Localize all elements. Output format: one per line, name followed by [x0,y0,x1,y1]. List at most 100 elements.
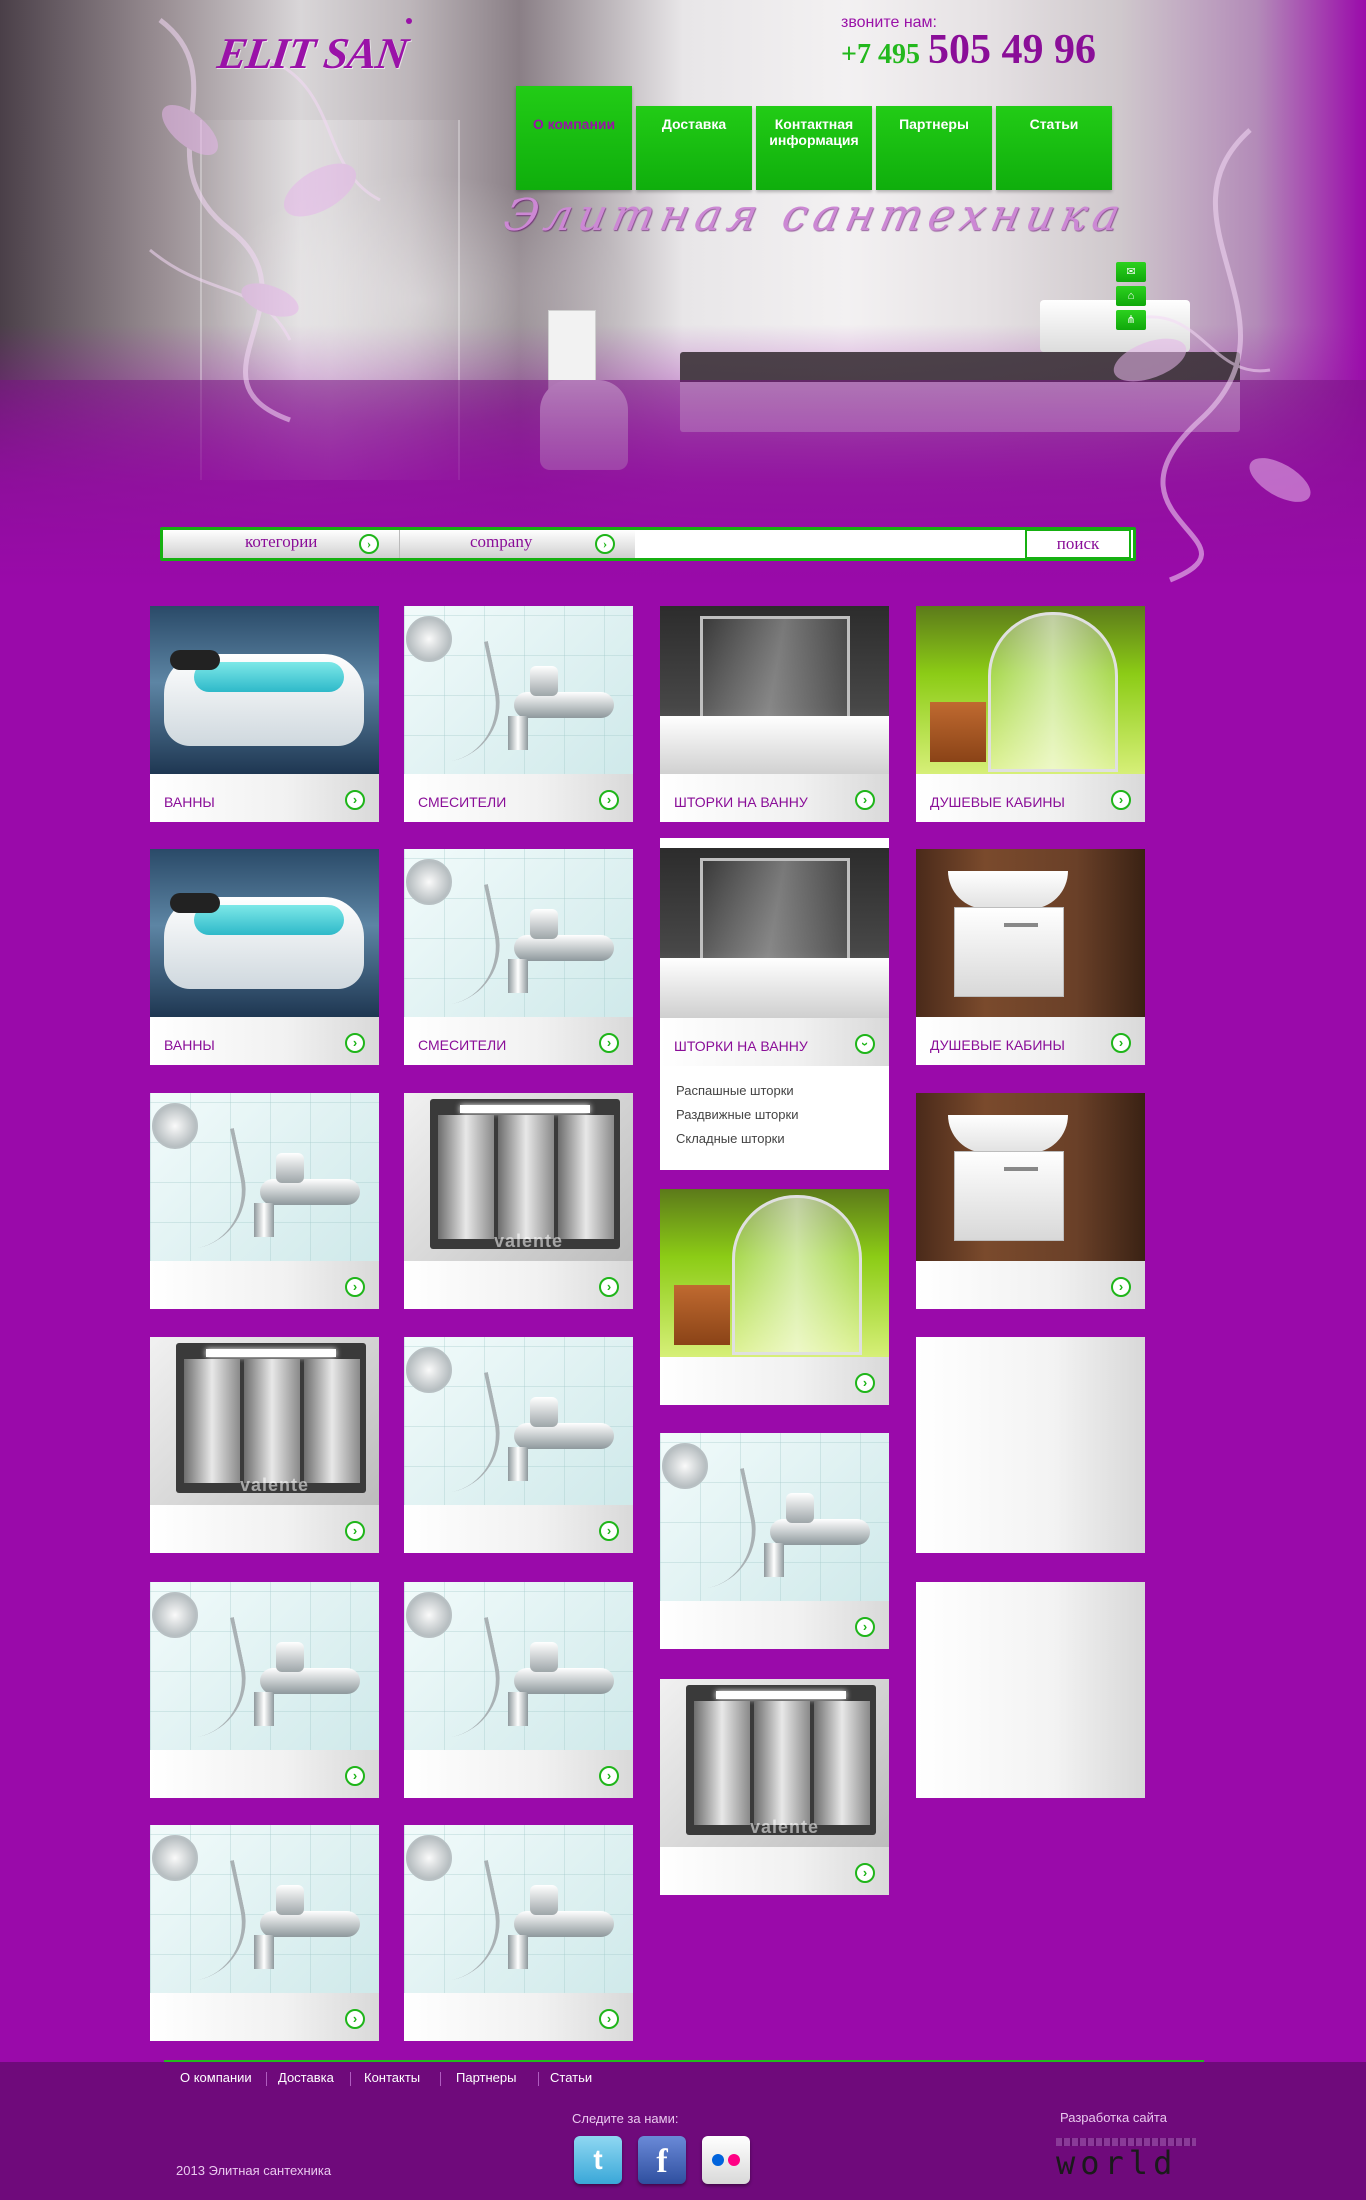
card-footer: › [150,1505,379,1553]
footer-link-articles[interactable]: Статьи [550,2070,592,2085]
search-button[interactable]: поиск [1025,529,1131,559]
sink-vanity-image [916,1093,1145,1263]
chevron-right-icon[interactable]: › [855,1863,875,1883]
chevron-right-icon[interactable]: › [345,790,365,810]
search-input[interactable] [635,530,1015,558]
product-card[interactable]: › [660,1433,889,1649]
card-footer: › [150,1993,379,2041]
mixer-image [150,1093,379,1263]
product-card[interactable]: valente › [660,1679,889,1895]
footer-separator [440,2072,441,2086]
chevron-right-icon[interactable]: › [599,1766,619,1786]
mixer-image [404,1337,633,1507]
mixer-image [404,606,633,776]
mixer-image [404,1582,633,1752]
category-select[interactable]: котегории › [163,530,399,558]
chevron-right-icon[interactable]: › [599,790,619,810]
product-card-baths[interactable]: ВАННЫ › [150,849,379,1065]
home-icon[interactable]: ⌂ [1116,286,1146,306]
chevron-right-icon[interactable]: › [1111,790,1131,810]
chevron-right-icon[interactable]: › [599,1521,619,1541]
card-label: ВАННЫ [164,794,215,810]
submenu-item-sliding[interactable]: Раздвижные шторки [676,1107,798,1122]
submenu-item-folding[interactable]: Складные шторки [676,1131,798,1146]
chevron-right-icon[interactable]: › [345,1766,365,1786]
footer-link-contacts[interactable]: Контакты [364,2070,420,2085]
product-card[interactable]: valente › [150,1337,379,1553]
mixer-image [150,1582,379,1752]
chevron-down-icon[interactable]: › [855,1034,875,1054]
product-card[interactable]: › [404,1582,633,1798]
submenu-item-swing[interactable]: Распашные шторки [676,1083,798,1098]
product-card[interactable]: › [150,1093,379,1309]
product-card-baths[interactable]: ВАННЫ › [150,606,379,822]
chevron-right-icon[interactable]: › [1111,1277,1131,1297]
card-label: ВАННЫ [164,1037,215,1053]
chevron-right-icon[interactable]: › [599,2009,619,2029]
product-card-shower-cabins[interactable]: ДУШЕВЫЕ КАБИНЫ › [916,849,1145,1065]
watermark: valente [240,1475,310,1495]
mirror-cabinet-image: valente [404,1093,633,1263]
twitter-icon[interactable]: t [574,2136,622,2184]
product-card[interactable]: › [150,1825,379,2041]
shower-cabin-image [660,1189,889,1359]
footer-link-partners[interactable]: Партнеры [456,2070,516,2085]
empty-card-placeholder [916,1582,1145,1798]
product-card[interactable]: valente › [404,1093,633,1309]
product-card-mixers[interactable]: СМЕСИТЕЛИ › [404,606,633,822]
follow-us-label: Следите за нами: [572,2111,679,2126]
product-card-bath-screens[interactable]: ШТОРКИ НА ВАННУ › [660,606,889,822]
chevron-right-icon[interactable]: › [1111,1033,1131,1053]
hero-slogan: Элитная сантехника [499,190,1131,241]
chevron-right-icon[interactable]: › [855,1617,875,1637]
footer-separator [266,2072,267,2086]
mirror-cabinet-image: valente [660,1679,889,1849]
card-footer: › [404,1750,633,1798]
card-footer: › [150,1750,379,1798]
empty-card-placeholder [916,1337,1145,1553]
product-card[interactable]: › [916,1093,1145,1309]
developer-logo-text: world [1056,2144,1178,2182]
card-footer: ДУШЕВЫЕ КАБИНЫ › [916,774,1145,822]
copyright-text: 2013 Элитная сантехника [176,2163,332,2178]
chevron-right-icon[interactable]: › [855,790,875,810]
site-logo[interactable]: ELIT SAN [214,28,411,79]
mail-icon[interactable]: ✉ [1116,262,1146,282]
developer-logo[interactable]: world [1056,2138,1196,2182]
nav-item-about[interactable]: О компании [516,86,632,190]
footer-link-about[interactable]: О компании [180,2070,252,2085]
product-card[interactable]: › [404,1825,633,2041]
shower-cabin-image [916,606,1145,776]
chevron-right-icon[interactable]: › [599,1277,619,1297]
nav-item-delivery[interactable]: Доставка [636,106,752,190]
chevron-right-icon[interactable]: › [345,1521,365,1541]
logo-dot-decoration [406,18,412,24]
bathtub-image [150,849,379,1019]
card-footer: › [150,1261,379,1309]
phone-number: +7 495 505 49 96 [841,26,1096,74]
chevron-right-icon[interactable]: › [345,1277,365,1297]
nav-item-contacts[interactable]: Контактная информация [756,106,872,190]
product-card[interactable]: › [404,1337,633,1553]
chevron-right-icon[interactable]: › [855,1373,875,1393]
facebook-icon[interactable]: f [638,2136,686,2184]
product-card-bath-screens-expanded[interactable]: ШТОРКИ НА ВАННУ › Распашные шторки Раздв… [660,838,889,1170]
company-select[interactable]: company › [399,530,635,558]
card-label: СМЕСИТЕЛИ [418,794,507,810]
product-card[interactable]: › [660,1189,889,1405]
mixer-image [404,1825,633,1995]
chevron-right-icon[interactable]: › [345,2009,365,2029]
footer-link-delivery[interactable]: Доставка [278,2070,334,2085]
footer-separator [538,2072,539,2086]
product-card[interactable]: › [150,1582,379,1798]
chevron-right-icon[interactable]: › [599,1033,619,1053]
sitemap-icon[interactable]: ⋔ [1116,310,1146,330]
nav-item-articles[interactable]: Статьи [996,106,1112,190]
flickr-icon[interactable] [702,2136,750,2184]
product-card-shower-cabins[interactable]: ДУШЕВЫЕ КАБИНЫ › [916,606,1145,822]
nav-item-partners[interactable]: Партнеры [876,106,992,190]
product-card-mixers[interactable]: СМЕСИТЕЛИ › [404,849,633,1065]
mixer-image [660,1433,889,1603]
footer-divider [164,2060,1204,2062]
chevron-right-icon[interactable]: › [345,1033,365,1053]
